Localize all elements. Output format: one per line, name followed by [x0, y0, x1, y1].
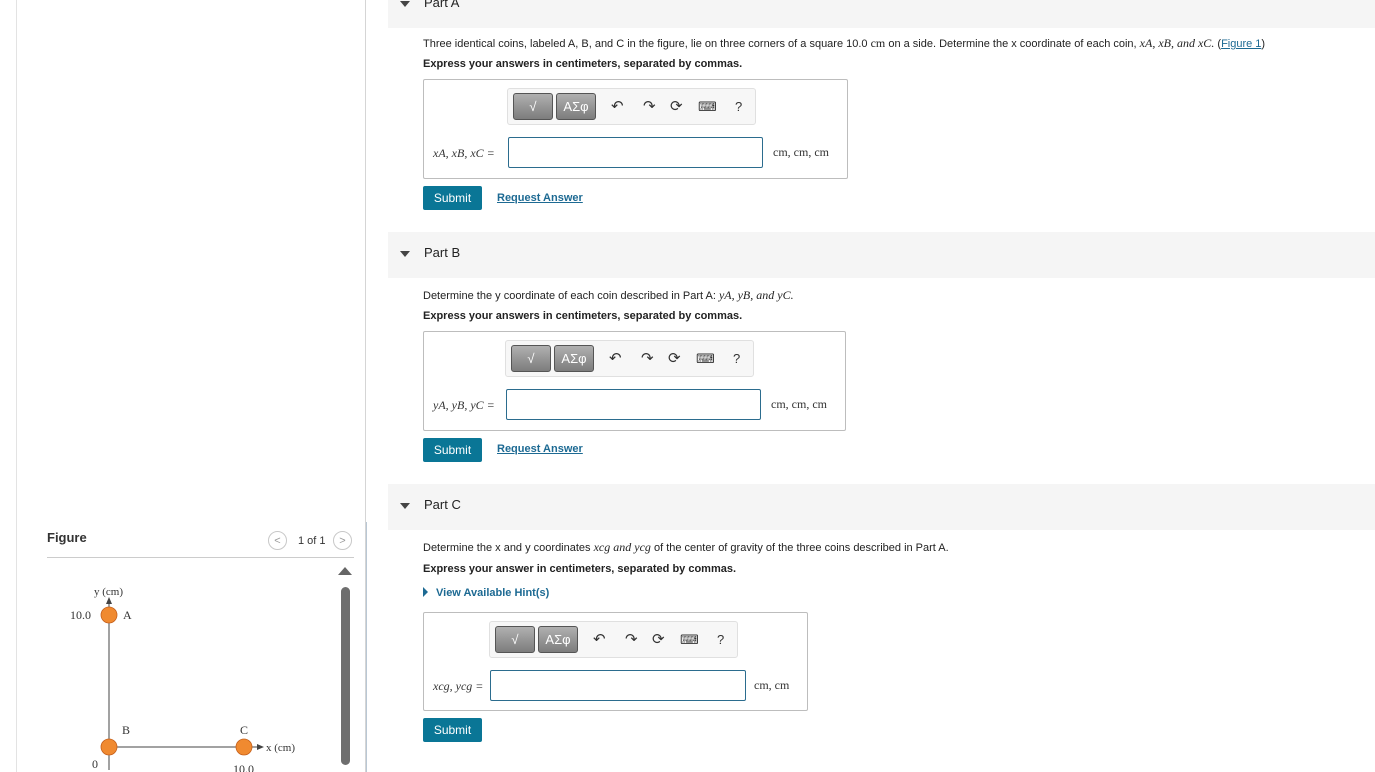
part-b-prompt: Determine the y coordinate of each coin … — [423, 288, 794, 303]
reset-icon[interactable]: ⟳ — [668, 350, 681, 368]
caret-right-icon — [423, 587, 428, 597]
pane-divider-accent — [366, 522, 367, 772]
part-b-request-answer-link[interactable]: Request Answer — [497, 443, 583, 455]
coin-label-a: A — [123, 608, 132, 622]
keyboard-icon[interactable]: ⌨ — [698, 98, 717, 116]
redo-icon[interactable]: ↷ — [625, 631, 638, 649]
template-icon: √ — [529, 99, 537, 114]
reset-icon[interactable]: ⟳ — [652, 631, 665, 649]
part-a-prompt-text: Three identical coins, labeled A, B, and… — [423, 38, 868, 50]
part-b-title: Part B — [424, 245, 461, 260]
part-a-prompt-unit: cm — [870, 36, 886, 50]
part-c-instruction: Express your answer in centimeters, sepa… — [423, 563, 737, 575]
part-c-prompt-vars: xcg and ycg — [593, 540, 651, 554]
figure-pane: Figure < 1 of 1 > y (cm) 10.0 x (cm) 0 1… — [0, 0, 367, 772]
coin-b — [100, 738, 118, 756]
scrollbar-thumb[interactable] — [341, 587, 350, 765]
symbols-button[interactable]: ΑΣφ — [538, 626, 578, 653]
part-c-units: cm, cm — [754, 678, 790, 692]
figure-title: Figure — [47, 530, 87, 545]
undo-icon[interactable]: ↶ — [593, 631, 606, 649]
x-axis-label: x (cm) — [266, 742, 295, 754]
coin-label-c: C — [240, 723, 248, 737]
template-button[interactable]: √ — [513, 93, 553, 120]
chevron-right-icon: > — [339, 535, 346, 547]
part-c-submit-button[interactable]: Submit — [423, 718, 482, 742]
help-icon[interactable]: ? — [733, 350, 740, 368]
part-b-equation-label: yA, yB, yC = — [433, 398, 495, 412]
figure-prev-button[interactable]: < — [268, 531, 287, 550]
keyboard-icon[interactable]: ⌨ — [680, 631, 699, 649]
part-c-prompt: Determine the x and y coordinates xcg an… — [423, 540, 949, 555]
y-axis-arrow — [106, 597, 112, 604]
collapse-caret-icon — [400, 1, 410, 7]
part-a-answer-box: √ ΑΣφ ↶ ↷ ⟳ ⌨ ? xA, xB, xC = cm, cm, cm — [423, 79, 848, 179]
part-a-prompt-vars: xA, xB, and xC. — [1139, 36, 1215, 50]
math-toolbar: √ ΑΣφ ↶ ↷ ⟳ ⌨ ? — [505, 340, 754, 377]
part-a-units: cm, cm, cm — [773, 145, 829, 159]
redo-icon[interactable]: ↷ — [643, 98, 656, 116]
part-c-title: Part C — [424, 497, 461, 512]
undo-icon[interactable]: ↶ — [611, 98, 624, 116]
part-a-title: Part A — [424, 0, 460, 10]
template-button[interactable]: √ — [495, 626, 535, 653]
part-b-units: cm, cm, cm — [771, 397, 827, 411]
x-tick-label: 10.0 — [233, 762, 254, 772]
collapse-caret-icon — [400, 251, 410, 257]
part-c-header[interactable]: Part C — [388, 484, 1375, 530]
coin-c — [235, 738, 253, 756]
part-b-prompt-vars: yA, yB, and yC. — [718, 288, 794, 302]
part-a-submit-button[interactable]: Submit — [423, 186, 482, 210]
part-a-equation-label: xA, xB, xC = — [433, 146, 495, 160]
part-b-answer-box: √ ΑΣφ ↶ ↷ ⟳ ⌨ ? yA, yB, yC = cm, cm, cm — [423, 331, 846, 431]
redo-icon[interactable]: ↷ — [641, 350, 654, 368]
part-b-header[interactable]: Part B — [388, 232, 1375, 278]
coins-layer: A B C — [100, 606, 253, 756]
part-a-prompt: Three identical coins, labeled A, B, and… — [423, 36, 1266, 50]
part-b-submit-button[interactable]: Submit — [423, 438, 482, 462]
chevron-left-icon: < — [274, 535, 281, 547]
keyboard-icon[interactable]: ⌨ — [696, 350, 715, 368]
symbols-button[interactable]: ΑΣφ — [554, 345, 594, 372]
coin-figure: y (cm) 10.0 x (cm) 0 10.0 A B C — [70, 586, 295, 772]
part-c-prompt-text: Determine the x and y coordinates — [423, 542, 591, 554]
template-icon: √ — [527, 351, 535, 366]
y-tick-label: 10.0 — [70, 608, 91, 622]
part-c-equation-label: xcg, ycg = — [433, 679, 484, 693]
part-c-answer-box: √ ΑΣφ ↶ ↷ ⟳ ⌨ ? xcg, ycg = cm, cm — [423, 612, 808, 711]
collapse-caret-icon — [400, 503, 410, 509]
part-c-prompt-suffix: of the center of gravity of the three co… — [653, 542, 949, 554]
coin-a — [100, 606, 118, 624]
question-pane: Part A Three identical coins, labeled A,… — [388, 0, 1375, 772]
template-button[interactable]: √ — [511, 345, 551, 372]
part-b-prompt-text: Determine the y coordinate of each coin … — [423, 290, 716, 302]
template-icon: √ — [511, 632, 519, 647]
symbols-button[interactable]: ΑΣφ — [556, 93, 596, 120]
scroll-up-arrow-icon[interactable] — [338, 567, 352, 575]
part-b-instruction: Express your answers in centimeters, sep… — [423, 310, 743, 322]
origin-label: 0 — [92, 757, 98, 771]
view-hints-link[interactable]: View Available Hint(s) — [423, 587, 549, 599]
part-a-answer-input[interactable] — [508, 137, 763, 168]
help-icon[interactable]: ? — [735, 98, 742, 116]
figure-next-button[interactable]: > — [333, 531, 352, 550]
y-axis-label: y (cm) — [94, 586, 123, 598]
math-toolbar: √ ΑΣφ ↶ ↷ ⟳ ⌨ ? — [507, 88, 756, 125]
part-a-prompt-mid: on a side. Determine the x coordinate of… — [888, 38, 1137, 50]
part-a-request-answer-link[interactable]: Request Answer — [497, 192, 583, 204]
help-icon[interactable]: ? — [717, 631, 724, 649]
part-a-instruction: Express your answers in centimeters, sep… — [423, 58, 743, 70]
coin-label-b: B — [122, 723, 130, 737]
reset-icon[interactable]: ⟳ — [670, 98, 683, 116]
pane-border — [16, 0, 17, 772]
figure-link[interactable]: Figure 1 — [1221, 38, 1261, 50]
x-axis-arrow — [257, 744, 264, 750]
part-b-answer-input[interactable] — [506, 389, 761, 420]
part-a-header[interactable]: Part A — [388, 0, 1375, 28]
figure-divider — [47, 557, 354, 558]
math-toolbar: √ ΑΣφ ↶ ↷ ⟳ ⌨ ? — [489, 621, 738, 658]
undo-icon[interactable]: ↶ — [609, 350, 622, 368]
part-c-answer-input[interactable] — [490, 670, 746, 701]
figure-counter: 1 of 1 — [298, 535, 326, 547]
